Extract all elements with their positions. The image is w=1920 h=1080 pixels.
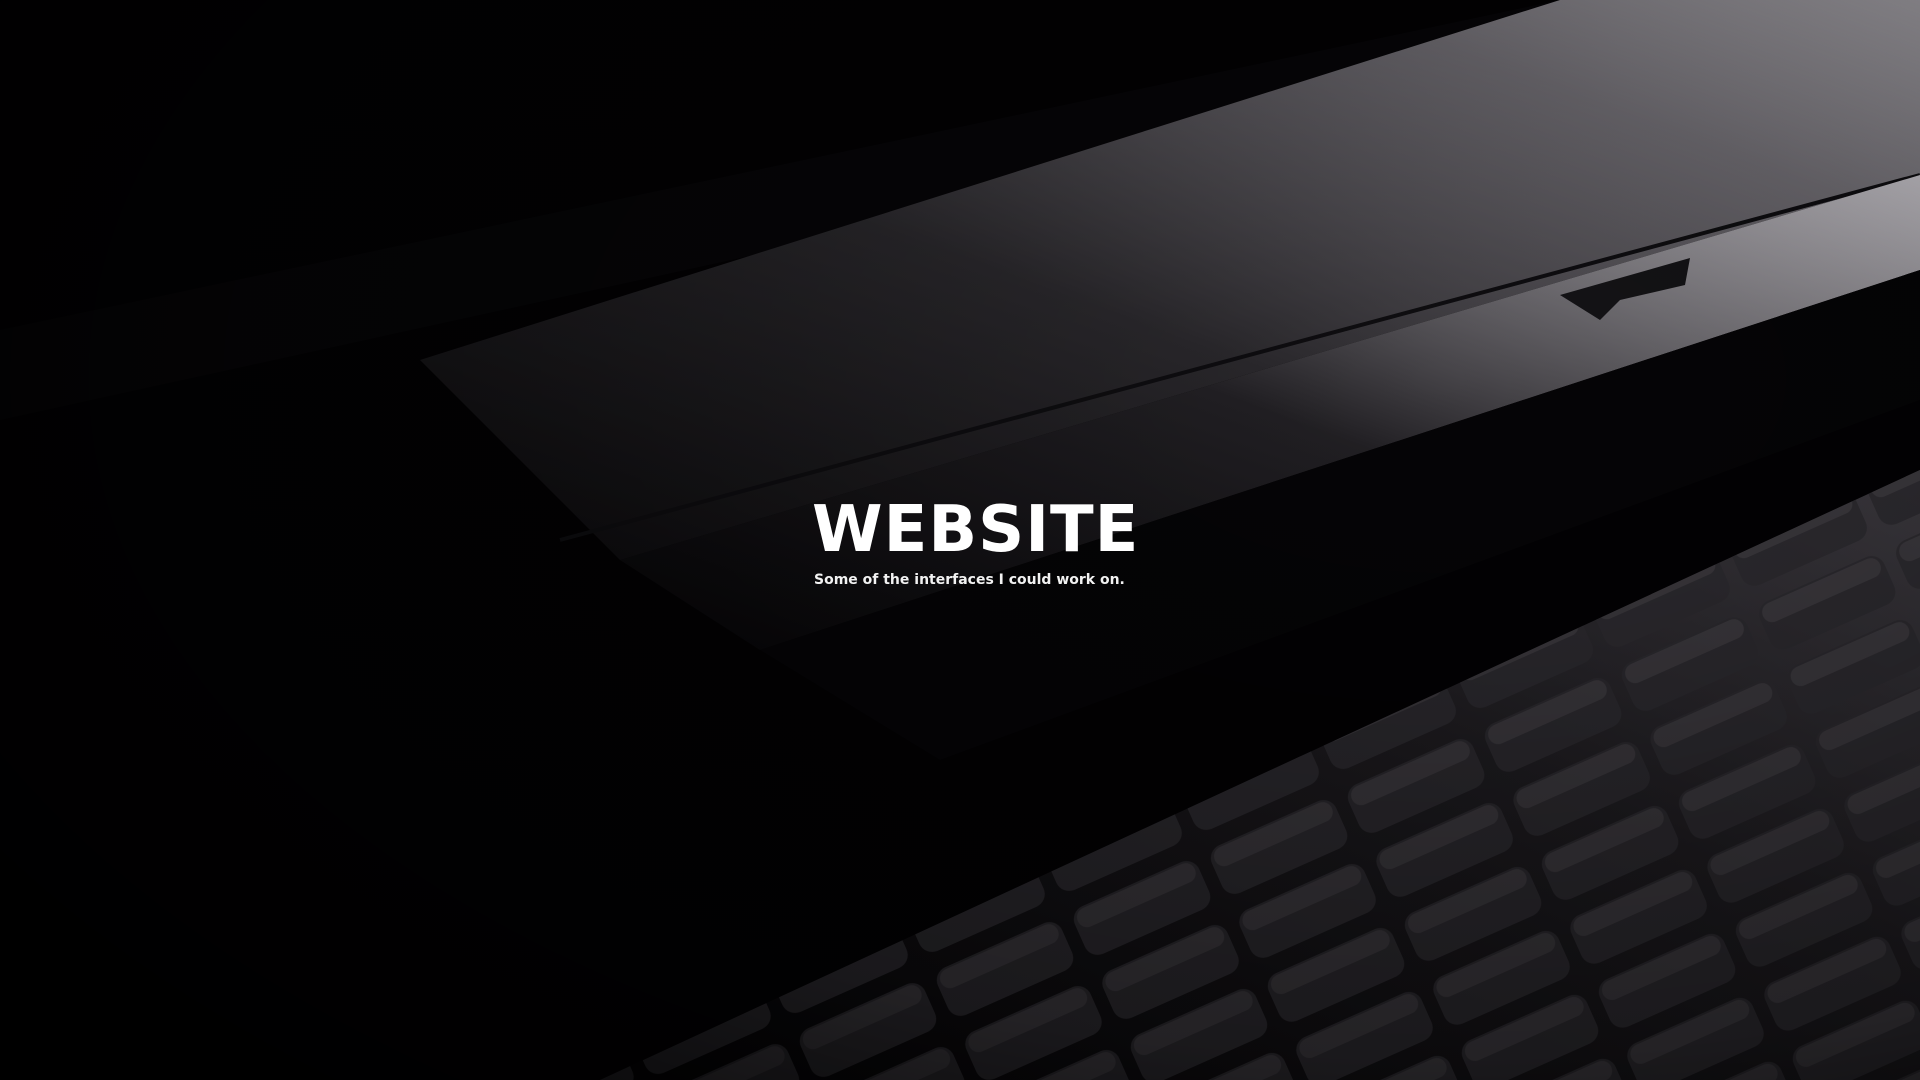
hero-section: WEBSITE Some of the interfaces I could w…	[0, 0, 1920, 1080]
page-subtitle: Some of the interfaces I could work on.	[814, 572, 1125, 588]
page-title: WEBSITE	[812, 493, 1140, 567]
hero-title-block: WEBSITE Some of the interfaces I could w…	[812, 492, 1140, 590]
